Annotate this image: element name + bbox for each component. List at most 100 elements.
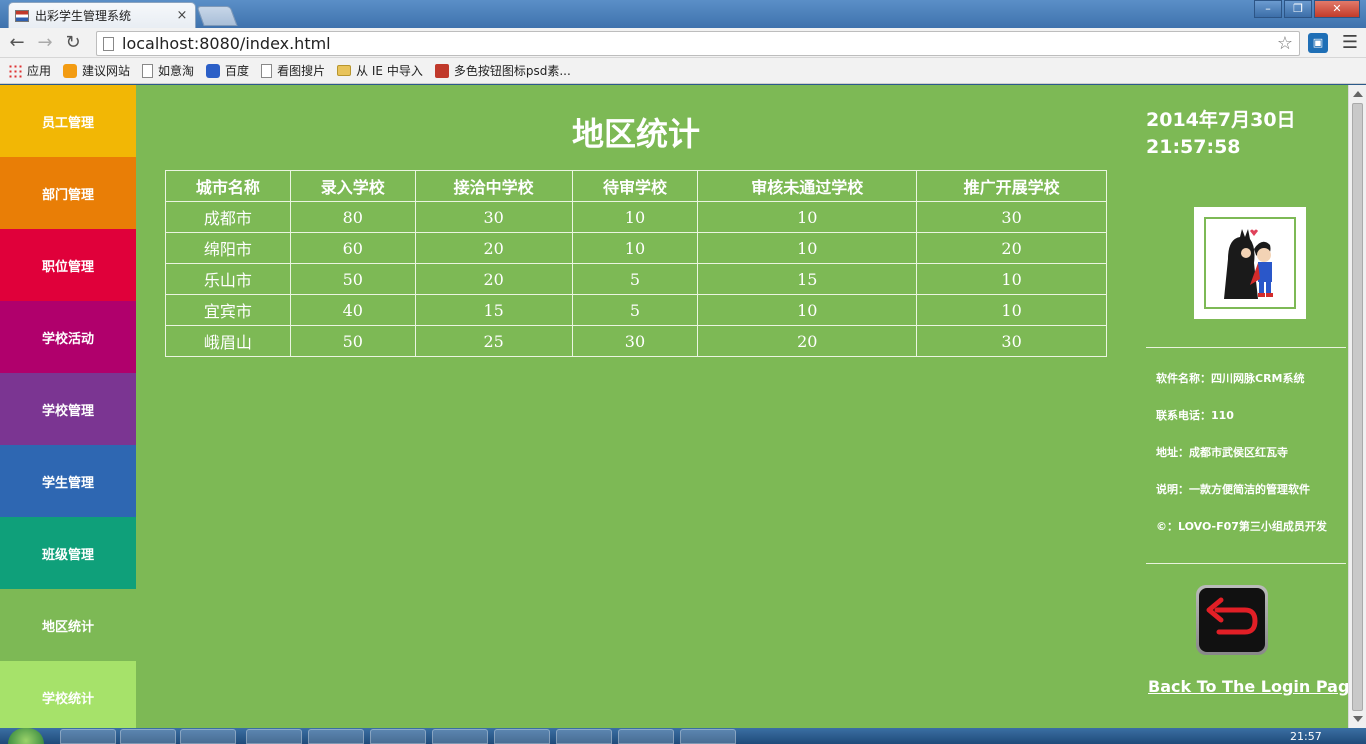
table-cell: 10 xyxy=(697,201,918,233)
url-text[interactable]: localhost:8080/index.html xyxy=(122,34,1277,53)
table-cell: 10 xyxy=(916,263,1107,295)
bookmark-label: 看图搜片 xyxy=(277,64,326,78)
taskbar-app[interactable] xyxy=(120,729,176,744)
sidebar-item-label: 学校管理 xyxy=(41,403,94,419)
bookmark-image-search[interactable]: 看图搜片 xyxy=(261,62,325,79)
table-cell: 30 xyxy=(916,201,1107,233)
tab-title: 出彩学生管理系统 xyxy=(35,9,132,23)
taskbar-app[interactable] xyxy=(618,729,674,744)
close-window-button[interactable]: ✕ xyxy=(1314,0,1360,18)
reload-icon[interactable]: ↻ xyxy=(62,32,84,54)
menu-icon[interactable]: ☰ xyxy=(1340,32,1360,54)
table-cell: 30 xyxy=(414,201,573,233)
taskbar-app[interactable] xyxy=(432,729,488,744)
table-cell: 15 xyxy=(697,263,918,295)
scroll-thumb[interactable] xyxy=(1352,103,1363,711)
table-header-cell: 城市名称 xyxy=(165,170,291,202)
table-cell: 60 xyxy=(289,232,416,264)
sidebar-item-positions[interactable]: 职位管理 xyxy=(0,229,136,301)
page-icon xyxy=(142,63,154,78)
sidebar-item-label: 部门管理 xyxy=(41,187,94,203)
address-bar[interactable]: localhost:8080/index.html ☆ xyxy=(96,31,1300,56)
back-arrow-icon xyxy=(1199,588,1265,652)
sidebar-item-label: 职位管理 xyxy=(41,259,94,275)
table-row: 峨眉山 50 25 30 20 30 xyxy=(165,325,1107,357)
sidebar-item-classes[interactable]: 班级管理 xyxy=(0,517,136,589)
bookmark-baidu[interactable]: 百度 xyxy=(206,62,249,79)
table-cell: 10 xyxy=(916,294,1107,326)
sidebar-item-school-stats[interactable]: 学校统计 xyxy=(0,661,136,728)
region-stats-table: 城市名称 录入学校 接洽中学校 待审学校 审核未通过学校 推广开展学校 成都市 80 30 10… xyxy=(165,170,1107,357)
sidebar-item-label: 学校统计 xyxy=(41,691,94,707)
bookmark-star-icon[interactable]: ☆ xyxy=(1277,33,1293,54)
minimize-button[interactable]: – xyxy=(1254,0,1282,18)
forward-arrow-icon[interactable]: → xyxy=(34,32,56,54)
sidebar-item-label: 员工管理 xyxy=(41,115,94,131)
taskbar-app[interactable] xyxy=(246,729,302,744)
bookmark-suggested[interactable]: 建议网站 xyxy=(63,62,130,79)
page-icon xyxy=(103,36,114,51)
taskbar-app[interactable] xyxy=(180,729,236,744)
table-header-cell: 推广开展学校 xyxy=(916,170,1107,202)
maximize-button[interactable]: ❐ xyxy=(1284,0,1312,18)
table-cell: 20 xyxy=(697,325,918,357)
table-cell: 5 xyxy=(571,263,699,295)
sidebar-item-students[interactable]: 学生管理 xyxy=(0,445,136,517)
table-cell: 50 xyxy=(289,263,416,295)
new-tab-button[interactable] xyxy=(196,6,238,26)
bookmark-label: 建议网站 xyxy=(82,64,131,78)
sidebar-item-label: 学校活动 xyxy=(41,331,94,347)
scroll-down-icon[interactable] xyxy=(1353,716,1363,722)
bookmark-psd-icons[interactable]: 多色按钮图标psd素... xyxy=(434,62,571,79)
info-copyright: ©：LOVO-F07第三小组成员开发 xyxy=(1156,520,1327,533)
info-software-name: 软件名称：四川网脉CRM系统 xyxy=(1156,372,1305,385)
sidebar-item-region-stats[interactable]: 地区统计 xyxy=(0,589,136,661)
page-scrollbar[interactable] xyxy=(1348,85,1366,728)
sidebar-item-schools[interactable]: 学校管理 xyxy=(0,373,136,445)
bookmark-label: 从 IE 中导入 xyxy=(356,64,423,78)
sidebar-item-staff[interactable]: 员工管理 xyxy=(0,85,136,157)
taskbar-app[interactable] xyxy=(494,729,550,744)
sidebar-item-label: 地区统计 xyxy=(41,619,94,635)
suggest-icon xyxy=(63,63,78,78)
table-cell: 10 xyxy=(697,294,918,326)
table-cell: 80 xyxy=(289,201,416,233)
back-arrow-icon[interactable]: ← xyxy=(6,32,28,54)
right-panel: 2014年7月30日 21:57:58 软件名称：四川网脉CRM系统 联系电话：… xyxy=(1146,85,1348,728)
start-button[interactable] xyxy=(8,728,44,744)
taskbar-app[interactable] xyxy=(556,729,612,744)
extension-icon[interactable]: ▣ xyxy=(1308,33,1328,53)
back-to-login-link[interactable]: Back To The Login Page xyxy=(1148,677,1348,696)
table-header-cell: 接洽中学校 xyxy=(414,170,573,202)
sidebar-item-label: 学生管理 xyxy=(41,475,94,491)
time-text: 21:57:58 xyxy=(1146,136,1241,158)
batman-superman-cartoon-icon xyxy=(1224,229,1273,299)
taskbar-app[interactable] xyxy=(308,729,364,744)
table-header-cell: 审核未通过学校 xyxy=(697,170,918,202)
divider xyxy=(1146,563,1346,564)
back-button[interactable] xyxy=(1196,585,1268,655)
baidu-paw-icon xyxy=(206,63,221,78)
bookmark-apps[interactable]: 应用 xyxy=(8,62,51,79)
tab-close-icon[interactable]: × xyxy=(175,8,189,23)
taskbar-app[interactable] xyxy=(60,729,116,744)
table-cell: 50 xyxy=(289,325,416,357)
bookmark-ruyitao[interactable]: 如意淘 xyxy=(142,62,194,79)
taskbar-app[interactable] xyxy=(680,729,736,744)
sidebar-nav: 员工管理 部门管理 职位管理 学校活动 学校管理 学生管理 班级管理 地区统计 … xyxy=(0,85,136,728)
apps-grid-icon xyxy=(8,63,22,78)
bookmark-label: 多色按钮图标psd素... xyxy=(453,64,571,78)
table-cell: 25 xyxy=(414,325,573,357)
page-title: 地区统计 xyxy=(571,115,700,153)
table-cell: 乐山市 xyxy=(165,263,291,295)
sidebar-item-departments[interactable]: 部门管理 xyxy=(0,157,136,229)
sidebar-item-school-activities[interactable]: 学校活动 xyxy=(0,301,136,373)
browser-tab[interactable]: 出彩学生管理系统 × xyxy=(8,2,196,28)
browser-toolbar: ← → ↻ localhost:8080/index.html ☆ ▣ ☰ xyxy=(0,28,1366,58)
bookmark-ie-import[interactable]: 从 IE 中导入 xyxy=(337,62,423,79)
scroll-up-icon[interactable] xyxy=(1353,91,1363,97)
table-cell: 40 xyxy=(289,294,416,326)
table-row: 绵阳市 60 20 10 10 20 xyxy=(165,232,1107,264)
table-cell: 20 xyxy=(414,263,573,295)
taskbar-app[interactable] xyxy=(370,729,426,744)
